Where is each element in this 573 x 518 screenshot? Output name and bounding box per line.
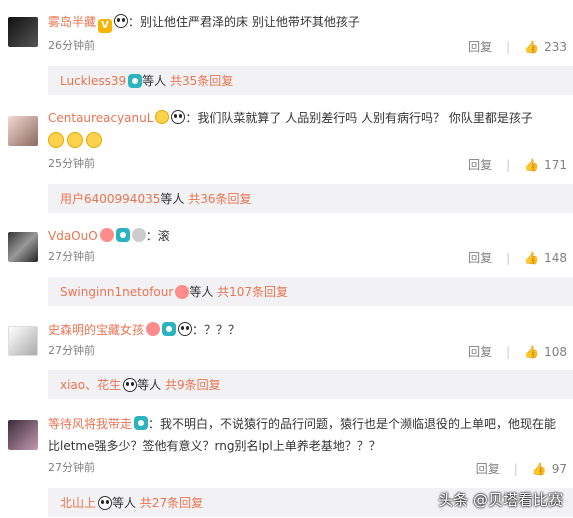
badge-icon: [146, 322, 161, 336]
replies-summary[interactable]: Swinginn1netofour 等人 共107条回复: [48, 277, 573, 306]
reply-count-link[interactable]: 共27条回复: [140, 494, 203, 511]
like-count: 108: [544, 344, 567, 359]
avatar[interactable]: [8, 116, 38, 146]
thumbs-up-icon: 👍: [531, 461, 547, 476]
reply-user[interactable]: Luckless39: [60, 74, 126, 88]
like-button[interactable]: 👍 233: [524, 40, 567, 54]
emoji-row: [48, 132, 105, 151]
timestamp: 26分钟前: [48, 39, 95, 52]
like-button[interactable]: 👍 148: [524, 251, 567, 265]
comment-item: CentaureacyanuL ：我们队菜就算了 人品别差行吗 人别有病行吗？ 你…: [0, 104, 573, 213]
comment-item: 雾岛半藏 V ：别让他住严君泽的床 别让他带坏其他孩子 26分钟前 回复 | 👍 23…: [0, 0, 573, 95]
like-count: 233: [544, 39, 567, 54]
like-button[interactable]: 👍 108: [524, 345, 567, 359]
thumbs-up-icon: 👍: [524, 250, 540, 265]
like-count: 97: [551, 461, 567, 476]
replies-summary[interactable]: xiao、花生 等人 共9条回复: [48, 370, 573, 399]
reply-button[interactable]: 回复: [468, 343, 492, 360]
emoji-icon: [155, 110, 170, 124]
thumbs-up-icon: 👍: [524, 157, 540, 172]
username[interactable]: VdaOuO: [48, 229, 98, 243]
timestamp: 25分钟前: [48, 157, 95, 170]
replies-summary[interactable]: 用户6400994035 等人 共36条回复: [48, 184, 573, 213]
like-button[interactable]: 👍 171: [524, 158, 567, 172]
comment-text: ：滚: [145, 229, 170, 243]
avatar[interactable]: [8, 232, 38, 262]
badge-icon: [131, 228, 146, 242]
badge-icon: [128, 73, 143, 88]
panda-emoji-icon: [178, 322, 193, 336]
reply-button[interactable]: 回复: [468, 156, 492, 173]
divider: |: [506, 157, 511, 172]
timestamp: 27分钟前: [48, 344, 95, 357]
badge-icon: [134, 416, 149, 430]
reply-user[interactable]: 北山上: [60, 494, 96, 511]
badge-icon: [162, 322, 177, 336]
divider: |: [506, 250, 511, 265]
comment-text: ：我不明白，不说猿行的品行问题，猿行也是个濒临退役的上单吧，他现在能: [148, 417, 557, 431]
smile-emoji-icon: [48, 132, 64, 148]
reply-button[interactable]: 回复: [476, 460, 500, 477]
replies-summary[interactable]: Luckless39 等人 共35条回复: [48, 66, 573, 95]
reply-button[interactable]: 回复: [468, 38, 492, 55]
watermark: 头条 @贝塔看比赛: [438, 491, 563, 509]
avatar[interactable]: [8, 17, 38, 47]
timestamp: 27分钟前: [48, 461, 95, 474]
comment-text: ：别让他住严君泽的床 别让他带坏其他孩子: [128, 15, 360, 29]
reply-count-link[interactable]: 共35条回复: [170, 72, 233, 89]
reply-count-link[interactable]: 共9条回复: [165, 376, 221, 393]
reply-user[interactable]: 用户6400994035: [60, 190, 160, 207]
reply-user[interactable]: Swinginn1netofour: [60, 285, 173, 299]
thumbs-up-icon: 👍: [524, 344, 540, 359]
badge-icon: [99, 228, 114, 242]
avatar[interactable]: [8, 420, 38, 450]
divider: |: [513, 461, 518, 476]
like-count: 171: [544, 157, 567, 172]
badge-icon: [115, 228, 130, 242]
panda-emoji-icon: [98, 495, 113, 510]
comment-text: ：我们队菜就算了 人品别差行吗 人别有病行吗？ 你队里都是孩子: [185, 111, 533, 125]
divider: |: [506, 39, 511, 54]
avatar[interactable]: [8, 326, 38, 356]
comment-item: VdaOuO ：滚 27分钟前 回复 | 👍 148 Swinginn1netofo…: [0, 220, 573, 306]
reply-user[interactable]: xiao、花生: [60, 376, 121, 393]
comment-text: ：？？？: [192, 323, 241, 337]
like-button[interactable]: 👍 97: [532, 462, 567, 476]
badge-icon: [175, 284, 190, 299]
username[interactable]: CentaureacyanuL: [48, 111, 153, 125]
reply-count-link[interactable]: 共107条回复: [217, 283, 288, 300]
panda-emoji-icon: [123, 377, 138, 392]
username[interactable]: 等待风将我带走: [48, 417, 132, 431]
username[interactable]: 史森明的宝藏女孩: [48, 323, 144, 337]
comment-text-continued: 比letme强多少？签他有意义？rng别名lpl上单养老基地？？？: [48, 439, 381, 453]
reply-button[interactable]: 回复: [468, 249, 492, 266]
like-count: 148: [544, 250, 567, 265]
smile-emoji-icon: [67, 132, 83, 148]
username[interactable]: 雾岛半藏: [48, 15, 96, 29]
panda-emoji-icon: [114, 14, 129, 28]
verified-icon: V: [98, 19, 113, 33]
divider: |: [506, 344, 511, 359]
thumbs-up-icon: 👍: [524, 39, 540, 54]
smile-emoji-icon: [86, 132, 102, 148]
timestamp: 27分钟前: [48, 250, 95, 263]
reply-count-link[interactable]: 共36条回复: [188, 190, 251, 207]
comment-item: 史森明的宝藏女孩 ：？？？ 27分钟前 回复 | 👍 108 xiao、花生 等人 …: [0, 314, 573, 402]
panda-emoji-icon: [171, 110, 186, 124]
